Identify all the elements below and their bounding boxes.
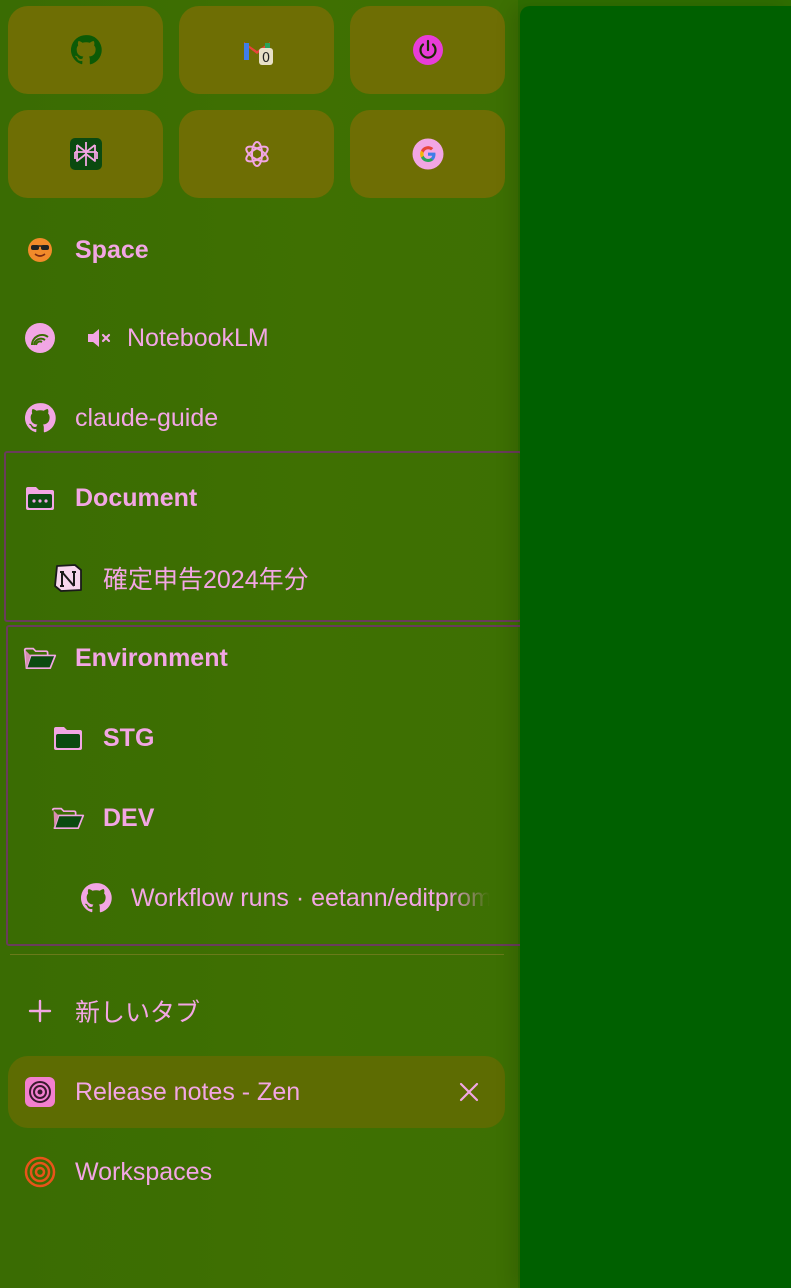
workspaces-label: Workspaces <box>75 1157 213 1186</box>
gmail-icon: 0 <box>243 42 273 66</box>
notebooklm-icon <box>22 320 58 356</box>
folder-stg[interactable]: STG <box>50 710 154 766</box>
tab-notebooklm[interactable]: NotebookLM <box>22 310 269 366</box>
folder-open-icon <box>22 640 58 676</box>
perplexity-icon <box>69 138 102 170</box>
folder-document[interactable]: Document <box>22 470 197 526</box>
space-name: Space <box>75 235 149 264</box>
workspaces-button[interactable]: Workspaces <box>22 1144 212 1200</box>
tab-workflow-runs-label: Workflow runs · eetann/editprompt <box>131 883 490 912</box>
folder-stg-label: STG <box>103 723 155 752</box>
pinned-tile-google[interactable] <box>350 110 505 198</box>
sidebar: 0 Space NotebookLM claude-guide Document… <box>0 0 523 1288</box>
google-icon <box>412 138 443 170</box>
space-switcher[interactable]: Space <box>22 222 149 278</box>
workspaces-icon <box>22 1154 58 1190</box>
content-panel[interactable] <box>520 6 791 1288</box>
gmail-badge: 0 <box>261 51 269 66</box>
chatgpt-icon <box>244 141 269 167</box>
power-icon <box>412 35 443 65</box>
close-icon <box>459 1082 479 1102</box>
folder-dots-icon <box>22 480 58 516</box>
tab-notebooklm-label: NotebookLM <box>127 323 269 352</box>
github-icon <box>22 400 58 436</box>
pinned-tile-gmail[interactable]: 0 <box>179 6 334 94</box>
folder-environment[interactable]: Environment <box>22 630 228 686</box>
divider <box>10 954 504 955</box>
folder-document-label: Document <box>75 483 198 512</box>
tab-release-notes[interactable]: Release notes - Zen <box>22 1064 300 1120</box>
tab-workflow-runs[interactable]: Workflow runs · eetann/editprompt <box>78 870 490 926</box>
muted-speaker-icon[interactable] <box>81 320 117 356</box>
tab-claude-guide-label: claude-guide <box>75 403 219 432</box>
tab-kakutei-shinkoku[interactable]: 確定申告2024年分 <box>50 550 309 606</box>
pinned-tile-github[interactable] <box>8 6 163 94</box>
notion-icon <box>50 560 86 596</box>
close-tab-button[interactable] <box>453 1076 485 1108</box>
folder-dev-label: DEV <box>103 803 155 832</box>
github-icon <box>70 35 102 65</box>
folder-icon <box>50 720 86 756</box>
pinned-tile-perplexity[interactable] <box>8 110 163 198</box>
sunglasses-emoji-icon <box>22 232 58 268</box>
new-tab-label: 新しいタブ <box>75 999 201 1027</box>
folder-open-icon <box>50 800 86 836</box>
pinned-tile-power[interactable] <box>350 6 505 94</box>
pinned-tile-chatgpt[interactable] <box>179 110 334 198</box>
folder-environment-label: Environment <box>75 643 228 672</box>
github-icon <box>78 880 114 916</box>
tab-claude-guide[interactable]: claude-guide <box>22 390 218 446</box>
new-tab-button[interactable]: 新しいタブ <box>22 983 200 1039</box>
tab-release-notes-label: Release notes - Zen <box>75 1077 301 1106</box>
plus-icon <box>22 993 58 1029</box>
folder-dev[interactable]: DEV <box>50 790 154 846</box>
zen-icon <box>22 1074 58 1110</box>
tab-kakutei-shinkoku-label: 確定申告2024年分 <box>103 566 309 594</box>
